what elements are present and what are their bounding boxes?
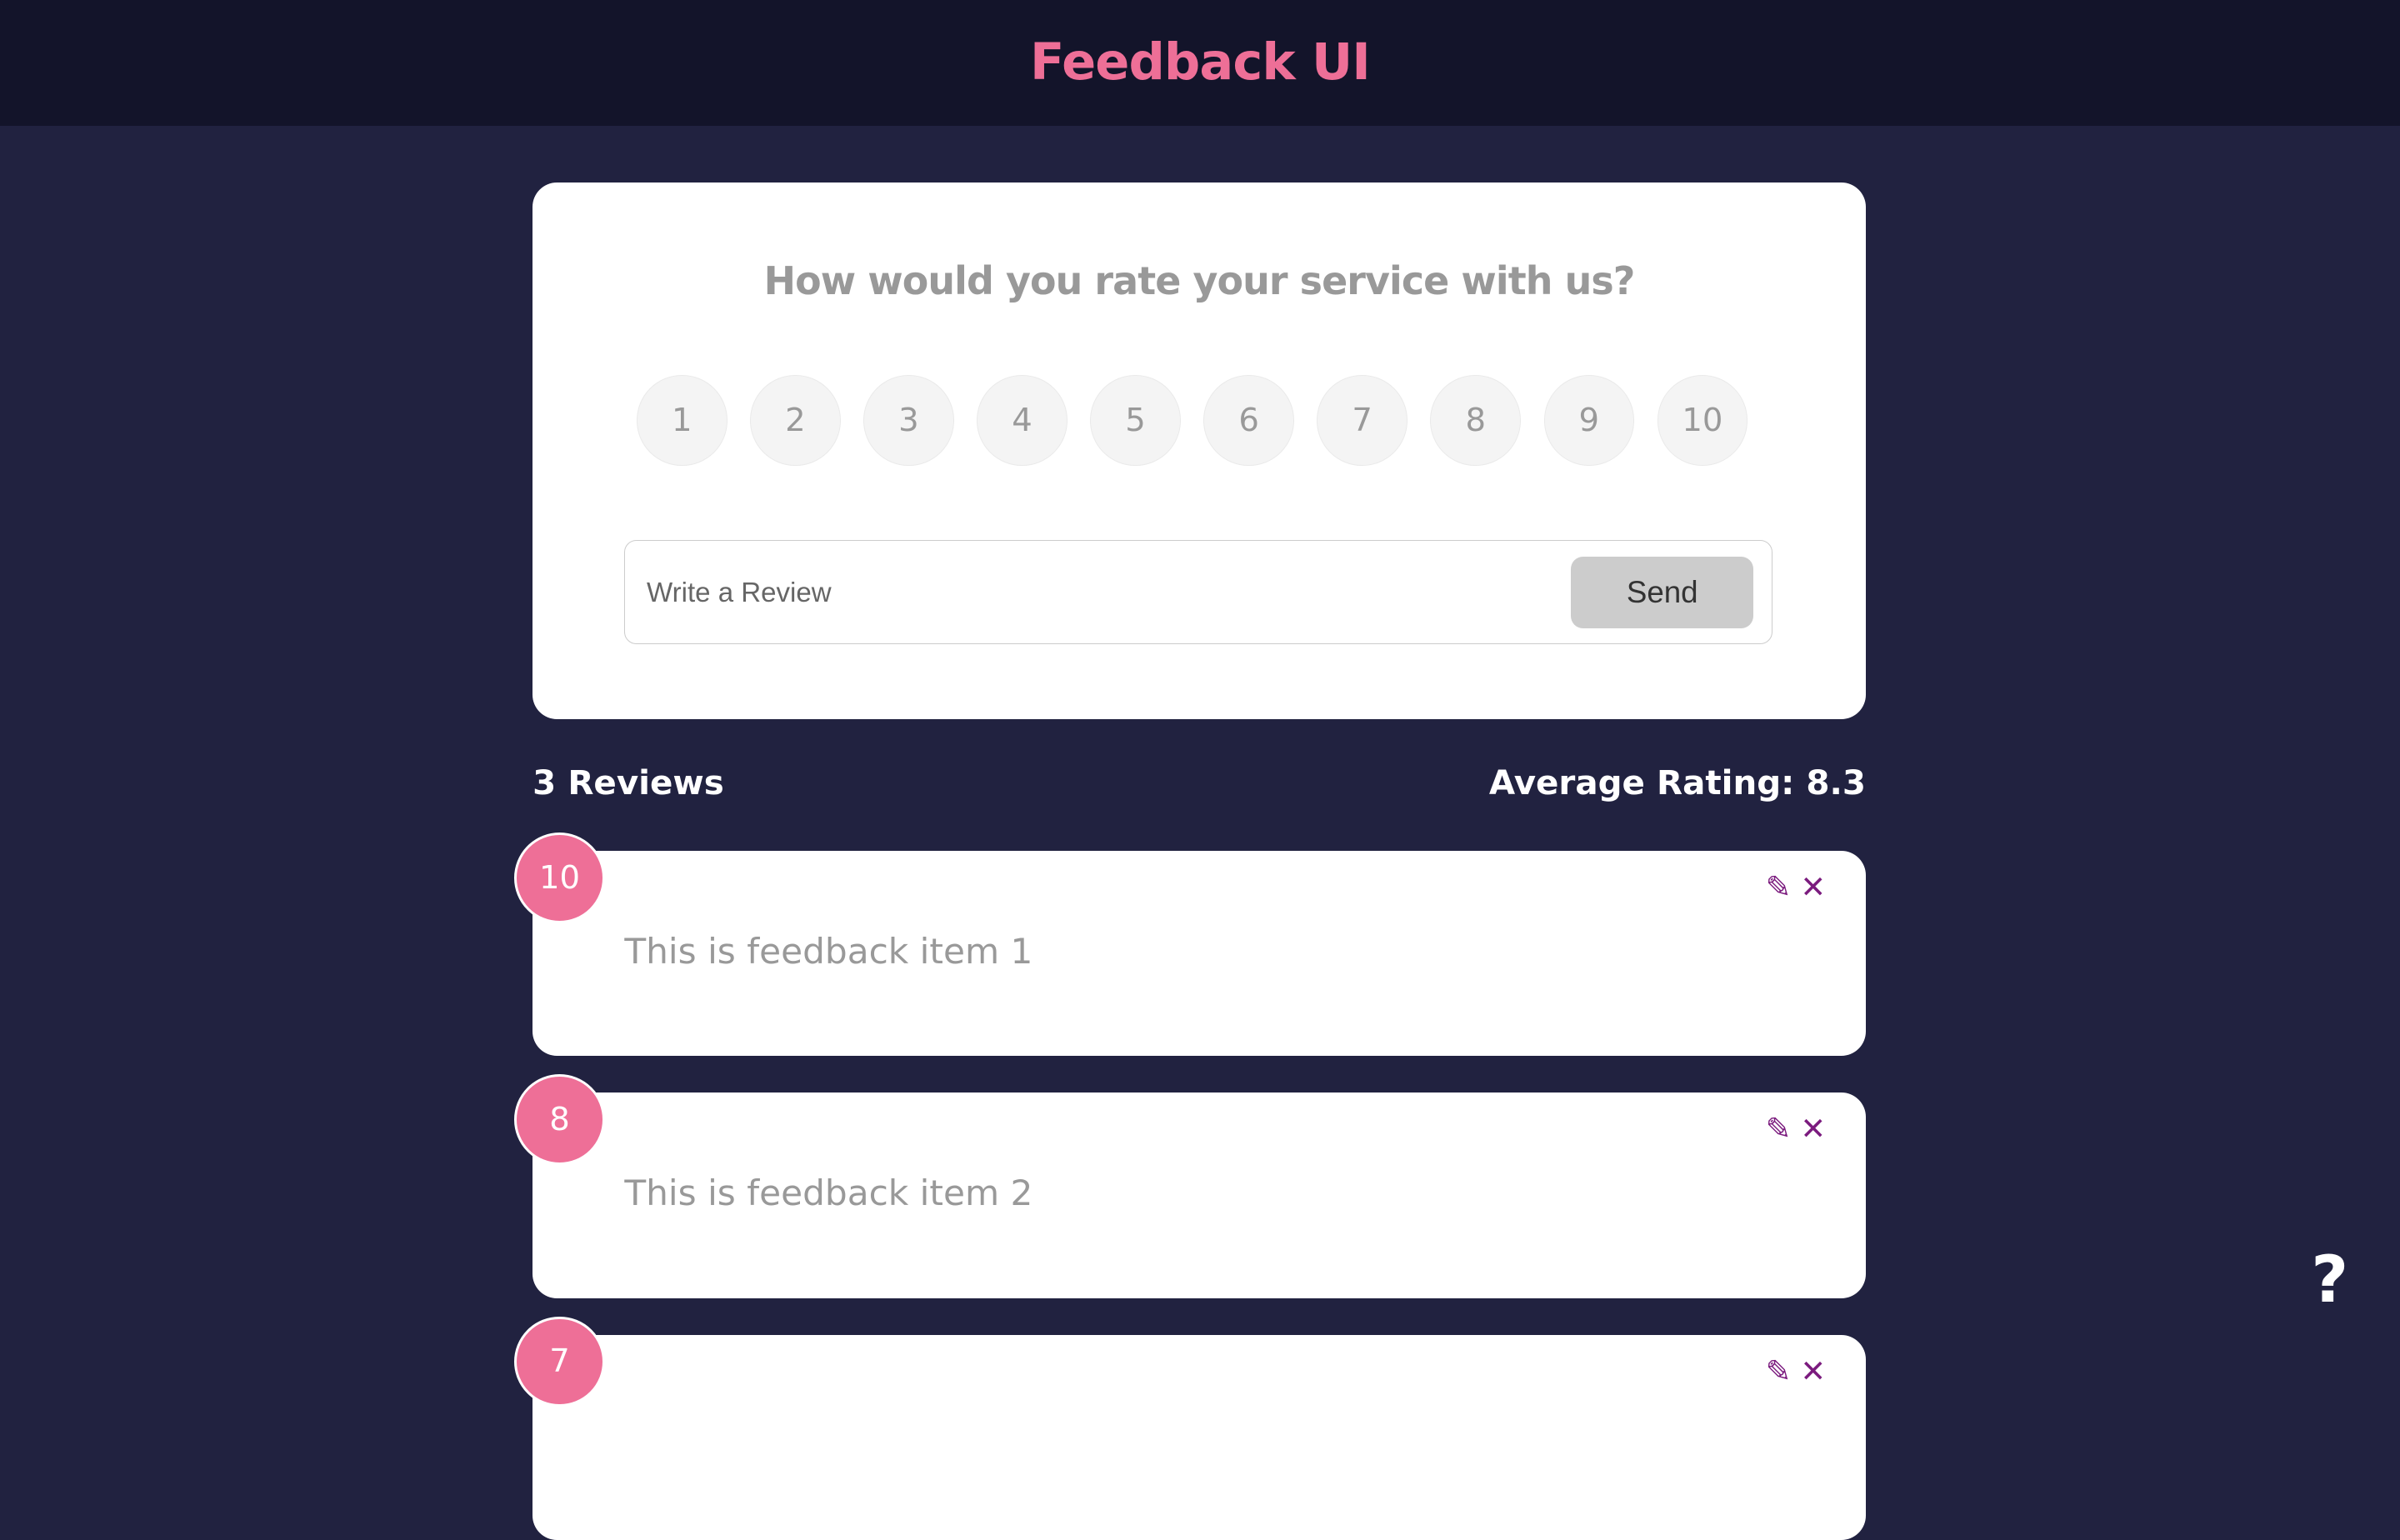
rating-option-10[interactable]: 10 (1657, 374, 1748, 466)
rating-selector: 1 2 3 4 5 6 7 8 9 10 (637, 374, 1748, 466)
rating-badge: 10 (514, 832, 605, 924)
send-button[interactable]: Send (1571, 556, 1753, 629)
review-count: 3 Reviews (532, 762, 724, 802)
app-header: Feedback UI (0, 0, 2400, 126)
feedback-form: How would you rate your service with us?… (532, 182, 1866, 720)
rating-option-1[interactable]: 1 (637, 374, 728, 466)
rating-badge: 7 (514, 1316, 605, 1408)
feedback-item: 8 ✎ ✕ This is feedback item 2 (514, 1074, 1866, 1298)
help-icon[interactable]: ? (2311, 1242, 2348, 1318)
average-rating: Average Rating: 8.3 (1488, 762, 1866, 802)
close-icon[interactable]: ✕ (1800, 1353, 1826, 1389)
review-input[interactable] (643, 562, 1553, 624)
form-question: How would you rate your service with us? (763, 258, 1636, 304)
feedback-item: 7 ✎ ✕ (514, 1316, 1866, 1540)
feedback-text: This is feedback item 1 (624, 930, 1033, 972)
close-icon[interactable]: ✕ (1800, 1111, 1826, 1147)
rating-option-2[interactable]: 2 (750, 374, 841, 466)
edit-icon[interactable]: ✎ (1766, 1111, 1792, 1147)
feedback-item: 10 ✎ ✕ This is feedback item 1 (514, 832, 1866, 1057)
rating-option-3[interactable]: 3 (863, 374, 954, 466)
feedback-stats: 3 Reviews Average Rating: 8.3 (532, 762, 1866, 802)
rating-option-7[interactable]: 7 (1317, 374, 1408, 466)
edit-icon[interactable]: ✎ (1766, 869, 1792, 905)
app-title: Feedback UI (1030, 33, 1371, 92)
rating-option-6[interactable]: 6 (1203, 374, 1294, 466)
rating-option-8[interactable]: 8 (1430, 374, 1521, 466)
rating-option-4[interactable]: 4 (977, 374, 1068, 466)
close-icon[interactable]: ✕ (1800, 869, 1826, 905)
edit-icon[interactable]: ✎ (1766, 1353, 1792, 1389)
feedback-text: This is feedback item 2 (624, 1172, 1033, 1213)
rating-option-5[interactable]: 5 (1090, 374, 1181, 466)
rating-badge: 8 (514, 1074, 605, 1166)
review-input-group: Send (624, 540, 1773, 645)
rating-option-9[interactable]: 9 (1543, 374, 1635, 466)
